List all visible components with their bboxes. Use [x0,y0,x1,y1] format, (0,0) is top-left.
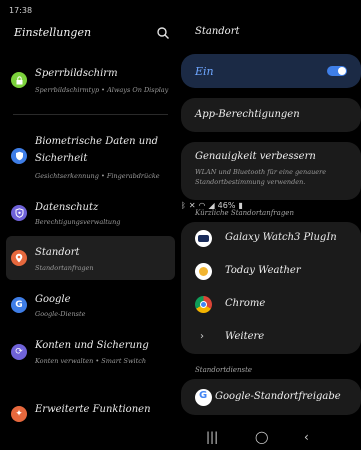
more-label: Weitere [225,331,265,342]
settings-item-title: Datenschutz [35,202,99,213]
privacy-icon [11,205,27,221]
settings-item-subtitle: Konten verwalten • Smart Switch [35,357,147,365]
settings-panel: Einstellungen Sperrbildschirm Sperrbilds… [0,22,181,422]
list-item[interactable]: Today Weather [181,255,361,288]
settings-item-subtitle: Standortanfragen [35,264,94,272]
settings-item-accounts[interactable]: ⟳ Konten und Sicherung Konten verwalten … [6,332,175,372]
app-name: Today Weather [225,265,301,276]
app-name: Chrome [225,298,266,309]
accounts-sync-icon: ⟳ [11,344,27,360]
list-item[interactable]: Galaxy Watch3 PlugIn [181,222,361,255]
navigation-bar: ||| ◯ ‹ [0,424,361,450]
toggle-knob [338,67,346,75]
settings-item-subtitle: Sperrbildschirmtyp • Always On Display [35,86,169,94]
chrome-icon [195,296,212,313]
settings-item-subtitle: Gesichtserkennung • Fingerabdrücke [35,172,160,180]
recent-requests-card: Galaxy Watch3 PlugIn Today Weather Chrom… [181,222,361,354]
location-services-header: Standortdienste [195,366,253,374]
settings-item-subtitle: Berechtigungsverwaltung [35,218,121,226]
toggle-label: Ein [195,65,214,78]
location-toggle[interactable] [327,66,347,76]
location-services-card: G Google-Standortfreigabe [181,379,361,415]
home-button[interactable]: ◯ [255,430,268,444]
service-name: Google-Standortfreigabe [215,391,341,402]
app-permissions-label: App-Berechtigungen [195,109,300,120]
accuracy-subtitle-line1: WLAN und Bluetooth für eine genauere [195,168,327,176]
settings-item-title: Erweiterte Funktionen [35,404,151,415]
status-bar: 17:38 ᛒ ✕ ◠ ◢ 46% ▮ [0,0,361,210]
location-toggle-card[interactable]: Ein [181,54,361,88]
settings-item-subtitle: Google-Dienste [35,310,86,318]
chevron-right-icon: › [200,331,204,342]
google-location-sharing-icon: G [195,389,212,406]
settings-item-title: Sperrbildschirm [35,68,118,79]
app-name: Galaxy Watch3 PlugIn [225,232,337,243]
settings-item-title: Biometrische Daten und Sicherheit [35,136,159,164]
settings-item-location[interactable]: Standort Standortanfragen [6,236,175,280]
recent-requests-header: Kürzliche Standortanfragen [195,209,294,217]
list-item[interactable]: Chrome [181,288,361,321]
more-row[interactable]: › Weitere [181,321,361,354]
search-icon[interactable] [156,26,170,40]
recent-apps-button[interactable]: ||| [206,430,218,444]
back-button[interactable]: ‹ [304,430,309,444]
page-title: Einstellungen [14,26,92,39]
location-icon [11,250,27,266]
shield-icon [11,148,27,164]
settings-item-advanced[interactable]: ✦ Erweiterte Funktionen [6,398,175,422]
settings-item-title: Standort [35,247,80,258]
location-detail-panel: Standort Ein App-Berechtigungen Genauigk… [181,22,361,422]
settings-item-biometrics[interactable]: Biometrische Daten und Sicherheit Gesich… [6,128,175,186]
status-time: 17:38 [9,6,33,15]
weather-icon [195,263,212,280]
advanced-features-icon: ✦ [11,406,27,422]
accuracy-card[interactable]: Genauigkeit verbessern WLAN und Bluetoot… [181,142,361,200]
settings-item-title: Google [35,294,71,305]
lock-screen-icon [11,72,27,88]
settings-item-lock-screen[interactable]: Sperrbildschirm Sperrbildschirmtyp • Alw… [6,60,175,100]
accuracy-subtitle-line2: Standortbestimmung verwenden. [195,178,306,186]
settings-item-privacy[interactable]: Datenschutz Berechtigungsverwaltung [6,194,175,232]
divider [13,114,168,115]
detail-title: Standort [195,26,240,37]
settings-item-google[interactable]: G Google Google-Dienste [6,286,175,324]
google-icon: G [11,297,27,313]
settings-item-title: Konten und Sicherung [35,340,149,351]
galaxy-watch-icon [195,230,212,247]
list-item[interactable]: G Google-Standortfreigabe [181,381,361,414]
accuracy-title: Genauigkeit verbessern [195,151,316,162]
app-permissions-card[interactable]: App-Berechtigungen [181,98,361,132]
